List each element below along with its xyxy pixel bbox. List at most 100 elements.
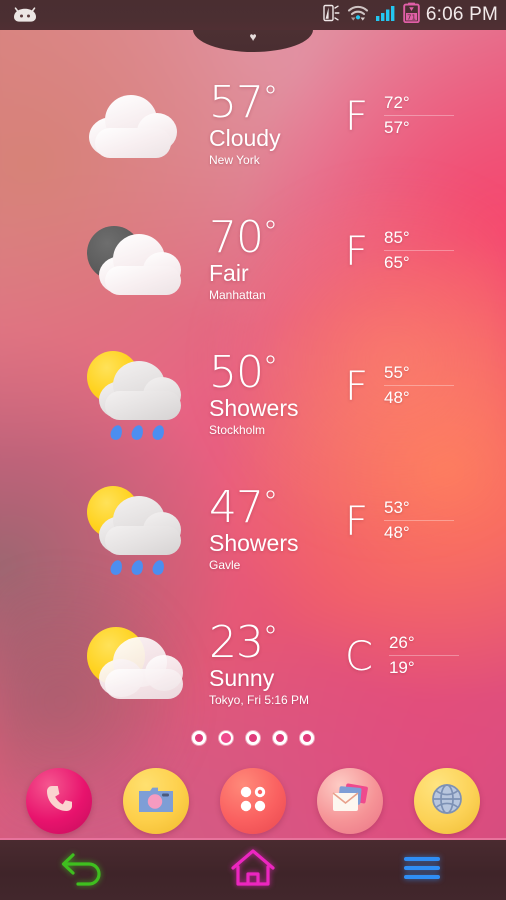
weather-high: 85° — [384, 227, 455, 251]
weather-low: 48° — [384, 523, 410, 542]
weather-row[interactable]: 47° Showers Gavle F 53° 48° — [0, 463, 506, 598]
temp-value: 57 — [209, 77, 264, 128]
weather-condition: Showers — [209, 530, 299, 556]
weather-high-low: 26° 19° — [388, 632, 459, 679]
dock — [0, 762, 506, 840]
weather-condition: Sunny — [209, 665, 275, 691]
navigation-bar — [0, 838, 506, 900]
weather-unit[interactable]: F — [345, 97, 368, 137]
menu-icon — [398, 850, 446, 891]
raindrop — [129, 423, 146, 442]
page-dot[interactable] — [273, 731, 287, 745]
weather-high: 53° — [384, 497, 455, 521]
degree-symbol: ° — [263, 620, 278, 655]
app-drawer-icon — [235, 781, 271, 822]
weather-widget[interactable]: 57° Cloudy New York F 72° 57° 70° Fair M… — [0, 58, 506, 733]
globe-icon — [428, 780, 466, 823]
weather-low: 48° — [384, 388, 410, 407]
page-dot[interactable] — [246, 731, 260, 745]
weather-row[interactable]: 23° Sunny Tokyo, Fri 5:16 PM C 26° 19° — [0, 598, 506, 733]
weather-main: 23° Sunny Tokyo, Fri 5:16 PM — [209, 620, 329, 708]
weather-city: Tokyo, Fri 5:16 PM — [209, 693, 310, 707]
raindrop — [150, 558, 167, 577]
weather-row[interactable]: 50° Showers Stockholm F 55° 48° — [0, 328, 506, 463]
weather-low: 65° — [384, 253, 410, 272]
degree-symbol: ° — [263, 80, 278, 115]
page-dot[interactable] — [300, 731, 314, 745]
android-droid-icon — [10, 5, 40, 25]
temp-value: 23 — [209, 617, 264, 668]
raindrop — [129, 558, 146, 577]
weather-unit[interactable]: F — [345, 367, 368, 407]
back-icon — [56, 846, 112, 895]
weather-low: 19° — [388, 658, 415, 677]
svg-text:71: 71 — [407, 14, 416, 22]
cloudy-icon — [85, 73, 205, 178]
weather-temperature: 50° — [209, 350, 329, 395]
degree-symbol: ° — [263, 350, 278, 385]
dock-item-camera[interactable] — [122, 768, 189, 834]
weather-unit[interactable]: F — [345, 232, 368, 272]
weather-temperature: 57° — [209, 80, 329, 125]
home-screen: 71 6:06 PM ♥ 57° Cloudy New York F 72° 5… — [0, 0, 506, 900]
raindrop — [108, 423, 125, 442]
status-icons: 71 6:06 PM — [323, 2, 506, 28]
night-cloudy-icon — [85, 208, 205, 313]
weather-temperature: 23° — [209, 620, 329, 665]
page-dot-active[interactable] — [219, 731, 233, 745]
weather-city: Manhattan — [209, 288, 266, 302]
battery-icon: 71 — [403, 2, 420, 28]
weather-high: 72° — [384, 92, 455, 116]
weather-high-low: 53° 48° — [384, 497, 455, 544]
weather-row[interactable]: 57° Cloudy New York F 72° 57° — [0, 58, 506, 193]
mail-icon — [329, 782, 371, 821]
weather-condition: Showers — [209, 395, 299, 421]
heart-icon: ♥ — [249, 30, 257, 44]
dock-item-mail[interactable] — [317, 768, 384, 834]
cellular-signal-icon — [375, 3, 397, 28]
weather-condition: Cloudy — [209, 125, 281, 151]
weather-city: New York — [209, 153, 260, 167]
dock-item-browser[interactable] — [414, 768, 481, 834]
status-bar[interactable]: 71 6:06 PM — [0, 0, 506, 30]
wifi-icon — [347, 3, 369, 28]
weather-main: 70° Fair Manhattan — [209, 215, 329, 303]
weather-high-low: 72° 57° — [384, 92, 455, 139]
nav-back-button[interactable] — [29, 844, 139, 896]
degree-symbol: ° — [263, 215, 278, 250]
nav-menu-button[interactable] — [367, 844, 477, 896]
home-icon — [227, 846, 279, 895]
weather-unit[interactable]: F — [345, 502, 368, 542]
sun-showers-icon — [85, 343, 205, 448]
dock-item-phone[interactable] — [25, 768, 92, 834]
temp-value: 70 — [209, 212, 264, 263]
nav-home-button[interactable] — [198, 844, 308, 896]
weather-high-low: 85° 65° — [384, 227, 455, 274]
status-clock: 6:06 PM — [425, 4, 498, 25]
weather-city: Stockholm — [209, 423, 266, 437]
weather-city: Gavle — [209, 558, 241, 572]
temp-value: 50 — [209, 347, 264, 398]
weather-row[interactable]: 70° Fair Manhattan F 85° 65° — [0, 193, 506, 328]
page-dot[interactable] — [192, 731, 206, 745]
weather-temperature: 47° — [209, 485, 329, 530]
sun-showers-icon — [85, 478, 205, 583]
weather-main: 57° Cloudy New York — [209, 80, 329, 168]
weather-condition: Fair — [209, 260, 249, 286]
temp-value: 47 — [209, 482, 264, 533]
weather-unit[interactable]: C — [345, 637, 373, 677]
camera-icon — [136, 782, 176, 821]
page-indicator — [0, 731, 506, 745]
vibrate-icon — [323, 3, 341, 28]
phone-icon — [41, 781, 77, 822]
weather-high: 55° — [384, 362, 455, 386]
weather-main: 50° Showers Stockholm — [209, 350, 329, 438]
weather-low: 57° — [384, 118, 410, 137]
weather-main: 47° Showers Gavle — [209, 485, 329, 573]
degree-symbol: ° — [263, 485, 278, 520]
raindrop — [150, 423, 167, 442]
weather-high: 26° — [388, 632, 459, 656]
dock-item-app-drawer[interactable] — [219, 768, 286, 834]
weather-temperature: 70° — [209, 215, 329, 260]
raindrop — [108, 558, 125, 577]
